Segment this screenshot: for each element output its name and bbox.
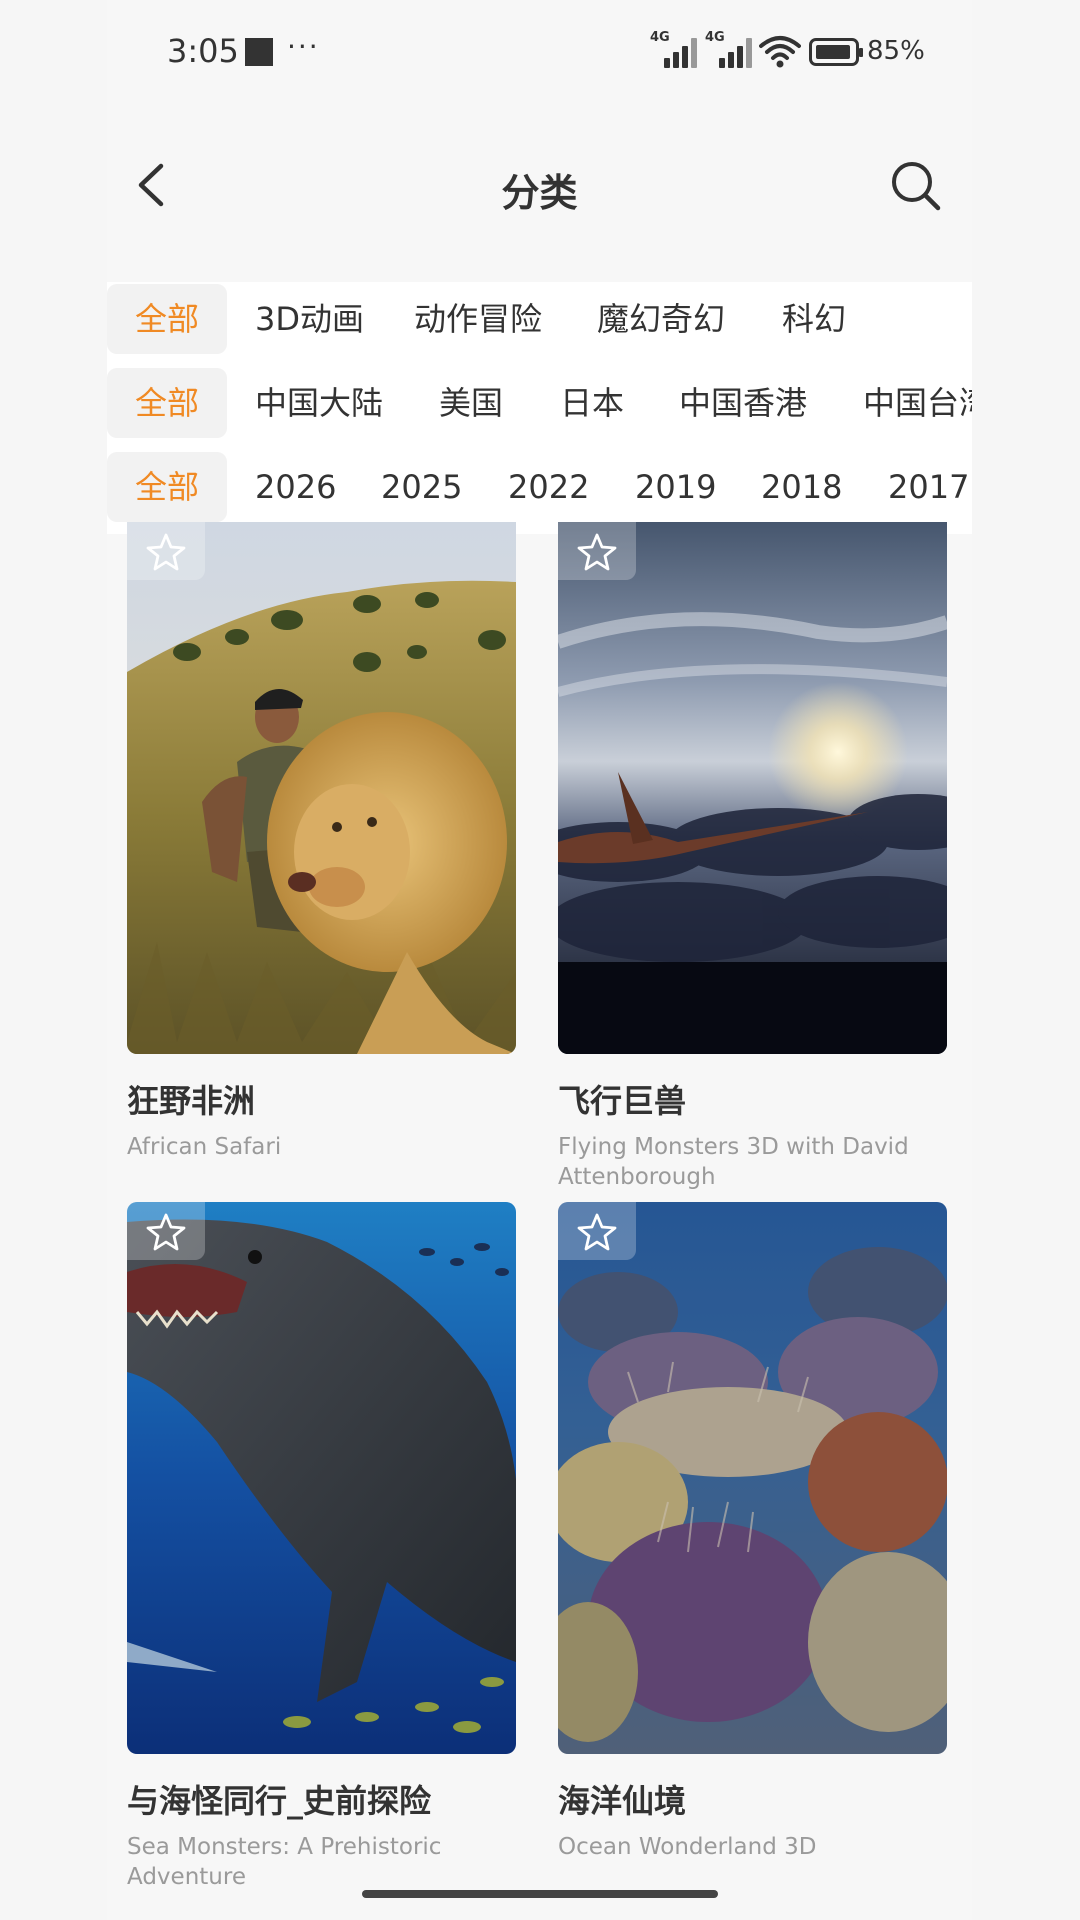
genre-chip[interactable]: 魔幻奇幻	[597, 284, 725, 354]
poster-image	[558, 1202, 947, 1754]
movie-card[interactable]: 海洋仙境 Ocean Wonderland 3D	[558, 1202, 947, 1862]
status-bar: 3:05 ··· 4G 4G 85%	[107, 0, 972, 105]
year-chip[interactable]: 2025	[381, 452, 462, 522]
home-indicator[interactable]	[362, 1890, 718, 1898]
movie-title: 飞行巨兽	[558, 1082, 687, 1120]
signal-icon: 4G	[650, 30, 700, 68]
movie-title: 狂野非洲	[127, 1082, 256, 1120]
movie-poster[interactable]	[127, 522, 516, 1054]
movie-poster[interactable]	[558, 1202, 947, 1754]
header-bar: 分类	[107, 140, 972, 230]
star-icon	[146, 1213, 186, 1251]
battery-icon	[809, 38, 863, 66]
signal-icon-2: 4G	[705, 30, 755, 68]
region-chip[interactable]: 美国	[439, 368, 503, 438]
year-chip[interactable]: 2018	[761, 452, 842, 522]
movie-card[interactable]: 与海怪同行_史前探险 Sea Monsters: A Prehistoric A…	[127, 1202, 516, 1892]
more-notifications-icon: ···	[287, 30, 320, 63]
movie-poster[interactable]	[127, 1202, 516, 1754]
star-icon	[577, 1213, 617, 1251]
movie-subtitle: Sea Monsters: A Prehistoric Adventure	[127, 1834, 442, 1890]
year-chip[interactable]: 2017	[888, 452, 969, 522]
star-icon	[146, 533, 186, 571]
favorite-button[interactable]	[558, 522, 636, 580]
genre-chip-all[interactable]: 全部	[107, 284, 227, 354]
favorite-button[interactable]	[127, 522, 205, 580]
movie-subtitle: Ocean Wonderland 3D	[558, 1834, 817, 1860]
movie-title: 海洋仙境	[558, 1782, 687, 1820]
filter-panel: 全部 3D动画 动作冒险 魔幻奇幻 科幻 全部 中国大陆 美国 日本 中国香港 …	[107, 282, 972, 534]
poster-image	[127, 522, 516, 1054]
genre-chip[interactable]: 动作冒险	[414, 284, 542, 354]
movie-card[interactable]: 狂野非洲 African Safari	[127, 522, 516, 1162]
region-chip-all[interactable]: 全部	[107, 368, 227, 438]
region-filter-row: 全部 中国大陆 美国 日本 中国香港 中国台湾	[107, 366, 972, 450]
movie-title: 与海怪同行_史前探险	[127, 1782, 432, 1820]
status-time: 3:05	[167, 32, 239, 70]
genre-chip[interactable]: 科幻	[782, 284, 846, 354]
poster-image	[558, 522, 947, 1054]
year-chip[interactable]: 2026	[255, 452, 336, 522]
page-title: 分类	[501, 171, 578, 215]
movie-poster[interactable]	[558, 522, 947, 1054]
battery-level: 85%	[867, 36, 925, 66]
region-chip[interactable]: 中国大陆	[255, 368, 383, 438]
star-icon	[577, 533, 617, 571]
region-chip[interactable]: 日本	[560, 368, 624, 438]
region-chip[interactable]: 中国台湾	[863, 368, 972, 438]
favorite-button[interactable]	[127, 1202, 205, 1260]
wifi-icon	[759, 36, 801, 68]
poster-image	[127, 1202, 516, 1754]
year-chip[interactable]: 2022	[508, 452, 589, 522]
genre-chip[interactable]: 3D动画	[255, 284, 364, 354]
movie-subtitle: Flying Monsters 3D with David Attenborou…	[558, 1134, 909, 1190]
genre-filter-row: 全部 3D动画 动作冒险 魔幻奇幻 科幻	[107, 282, 972, 366]
region-chip[interactable]: 中国香港	[679, 368, 807, 438]
favorite-button[interactable]	[558, 1202, 636, 1260]
year-chip-all[interactable]: 全部	[107, 452, 227, 522]
movie-subtitle: African Safari	[127, 1134, 282, 1160]
notification-icon	[245, 38, 273, 66]
search-icon[interactable]	[890, 160, 942, 212]
year-chip[interactable]: 2019	[635, 452, 716, 522]
movie-card[interactable]: 飞行巨兽 Flying Monsters 3D with David Atten…	[558, 522, 947, 1192]
app-screen: 3:05 ··· 4G 4G 85% 分类 全部 3D动画 动作冒险 魔幻奇幻 …	[107, 0, 972, 1920]
